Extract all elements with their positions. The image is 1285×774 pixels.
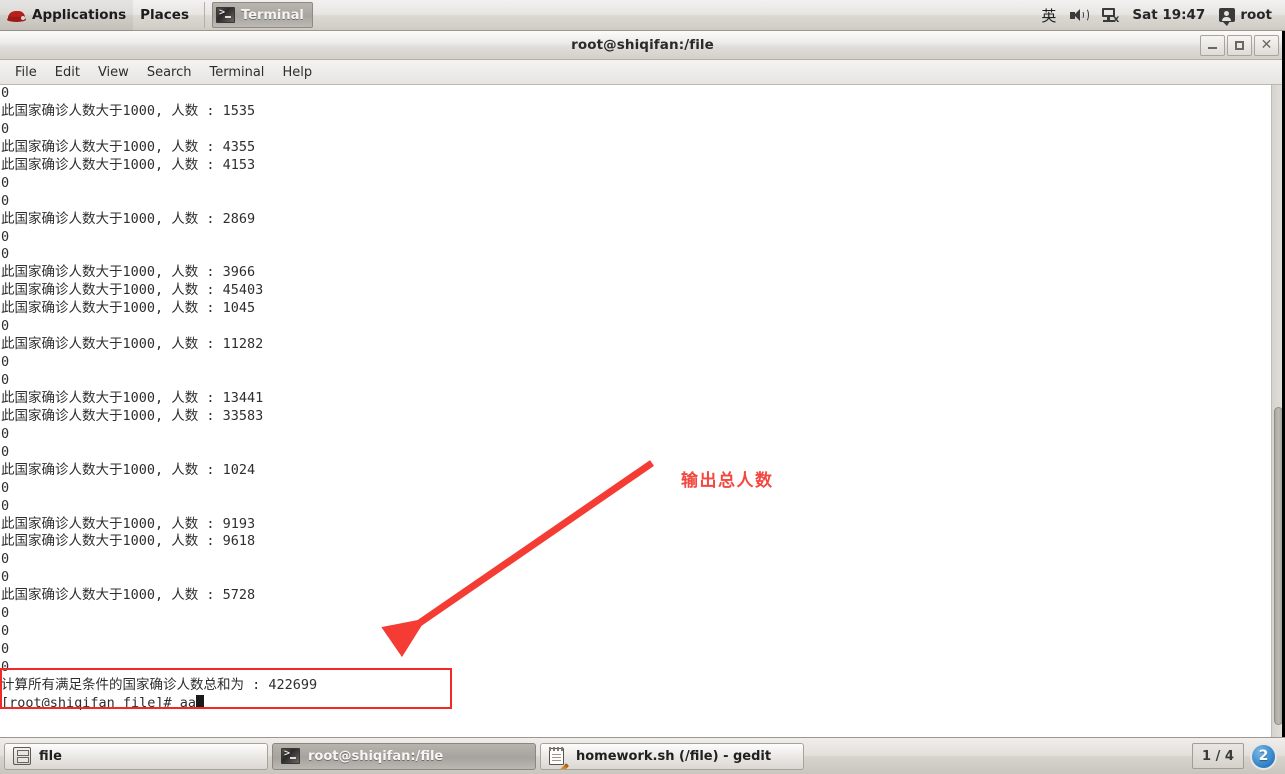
panel-window-list: Terminal [203, 2, 313, 28]
terminal-line: 0 [1, 659, 10, 675]
terminal-line: 此国家确诊人数大于1000, 人数 : 13441 [1, 389, 264, 406]
terminal-line: 0 [1, 174, 10, 191]
taskbar-item-file[interactable]: file [4, 742, 268, 770]
terminal-line: 0 [1, 120, 10, 137]
terminal-line: 此国家确诊人数大于1000, 人数 : 4355 [1, 138, 256, 155]
terminal-prompt-line[interactable]: [root@shiqifan file]# aa [1, 694, 1271, 713]
terminal-cursor [196, 694, 205, 709]
bottom-panel: file root@shiqifan:/file homework.sh (/f… [0, 737, 1285, 774]
terminal-icon [281, 747, 300, 764]
terminal-line: 0 [1, 497, 10, 514]
menu-file[interactable]: File [6, 62, 46, 83]
terminal-line: 0 [1, 443, 10, 460]
terminal-line: 此国家确诊人数大于1000, 人数 : 9193 [1, 515, 256, 532]
file-manager-icon [13, 747, 31, 765]
top-panel: Applications Places Terminal 英 x [0, 0, 1285, 31]
window-controls: ✕ [1198, 34, 1285, 56]
network-disconnected-icon: x [1101, 7, 1119, 24]
places-menu-label: Places [140, 7, 189, 23]
window-titlebar[interactable]: root@shiqifan:/file ✕ [0, 31, 1285, 60]
terminal-line: 此国家确诊人数大于1000, 人数 : 1045 [1, 300, 256, 317]
window-title: root@shiqifan:/file [571, 37, 714, 53]
terminal-line: 0 [1, 641, 10, 658]
workspace-switcher[interactable]: 1 / 4 [1192, 743, 1244, 769]
speaker-icon [1070, 7, 1090, 23]
terminal-line: 此国家确诊人数大于1000, 人数 : 45403 [1, 282, 264, 299]
terminal-line: 此国家确诊人数大于1000, 人数 : 5728 [1, 587, 256, 604]
applications-menu-button[interactable]: Applications [0, 0, 134, 31]
tray-clock[interactable]: Sat 19:47 [1125, 0, 1212, 31]
terminal-line: 0 [1, 425, 10, 442]
terminal-body: 0 此国家确诊人数大于1000, 人数 : 1535 0 此国家确诊人数大于1000,… [0, 85, 1285, 737]
gedit-icon [549, 746, 569, 769]
taskbar-item-file-label: file [39, 748, 62, 764]
terminal-line: 0 [1, 551, 10, 568]
terminal-line: 0 [1, 569, 10, 586]
terminal-line: 此国家确诊人数大于1000, 人数 : 9618 [1, 533, 256, 550]
menu-search[interactable]: Search [138, 62, 201, 83]
redhat-logo-icon [7, 6, 26, 25]
minimize-icon [1208, 47, 1217, 49]
system-tray: 英 x Sat 19:47 root [1034, 0, 1285, 31]
places-menu-button[interactable]: Places [133, 0, 196, 31]
terminal-line: 0 [1, 192, 10, 209]
bottom-panel-right: 1 / 4 2 [1192, 742, 1281, 770]
terminal-line: 此国家确诊人数大于1000, 人数 : 11282 [1, 336, 264, 353]
tray-user-menu[interactable]: root [1212, 0, 1279, 31]
annotation-label: 输出总人数 [681, 471, 774, 491]
maximize-icon [1235, 40, 1244, 50]
terminal-line: 此国家确诊人数大于1000, 人数 : 2869 [1, 210, 256, 227]
terminal-line: 0 [1, 605, 10, 622]
terminal-line: 0 [1, 372, 10, 388]
terminal-line: 此国家确诊人数大于1000, 人数 : 1024 [1, 461, 256, 478]
tray-network-button[interactable]: x [1094, 0, 1125, 31]
terminal-output[interactable]: 0 此国家确诊人数大于1000, 人数 : 1535 0 此国家确诊人数大于1000,… [0, 85, 1271, 737]
terminal-icon [215, 6, 235, 23]
terminal-line: 此国家确诊人数大于1000, 人数 : 33583 [1, 407, 264, 424]
terminal-line: 0 [1, 85, 10, 101]
menu-help[interactable]: Help [273, 62, 321, 83]
terminal-prompt: [root@shiqifan file]# aa [1, 694, 197, 711]
minimize-button[interactable] [1200, 34, 1225, 56]
user-icon [1219, 8, 1236, 26]
tray-input-method[interactable]: 英 [1034, 0, 1063, 31]
terminal-line: 此国家确诊人数大于1000, 人数 : 1535 [1, 102, 256, 119]
taskbar-item-gedit[interactable]: homework.sh (/file) - gedit [540, 742, 804, 770]
menu-bar: File Edit View Search Terminal Help [0, 60, 1285, 85]
clock-label: Sat 19:47 [1132, 7, 1206, 23]
panel-window-item-terminal[interactable]: Terminal [211, 2, 313, 28]
taskbar-item-terminal-label: root@shiqifan:/file [308, 748, 444, 764]
ime-label: 英 [1041, 6, 1057, 25]
close-button[interactable]: ✕ [1254, 34, 1279, 56]
terminal-line: 0 [1, 623, 10, 640]
desktop-screen: Applications Places Terminal 英 x [0, 0, 1285, 774]
terminal-line: 计算所有满足条件的国家确诊人数总和为 : 422699 [1, 676, 318, 693]
taskbar-item-gedit-label: homework.sh (/file) - gedit [576, 748, 772, 764]
terminal-line: 0 [1, 354, 10, 371]
terminal-line: 0 [1, 228, 10, 245]
taskbar-item-terminal[interactable]: root@shiqifan:/file [272, 742, 536, 770]
menu-view[interactable]: View [89, 62, 138, 83]
terminal-line: 0 [1, 246, 10, 263]
applications-menu-label: Applications [32, 7, 127, 23]
close-icon: ✕ [1260, 37, 1273, 53]
menu-edit[interactable]: Edit [46, 62, 89, 83]
terminal-window: root@shiqifan:/file ✕ File Edit View Sea… [0, 31, 1285, 737]
panel-window-item-label: Terminal [240, 7, 304, 23]
maximize-button[interactable] [1227, 34, 1252, 56]
terminal-line: 0 [1, 479, 10, 496]
terminal-line: 此国家确诊人数大于1000, 人数 : 3966 [1, 264, 256, 281]
tray-volume-button[interactable] [1063, 0, 1094, 31]
user-label: root [1240, 7, 1272, 23]
menu-terminal[interactable]: Terminal [200, 62, 273, 83]
terminal-line: 此国家确诊人数大于1000, 人数 : 4153 [1, 156, 256, 173]
terminal-line: 0 [1, 318, 10, 335]
notification-badge[interactable]: 2 [1250, 742, 1277, 770]
